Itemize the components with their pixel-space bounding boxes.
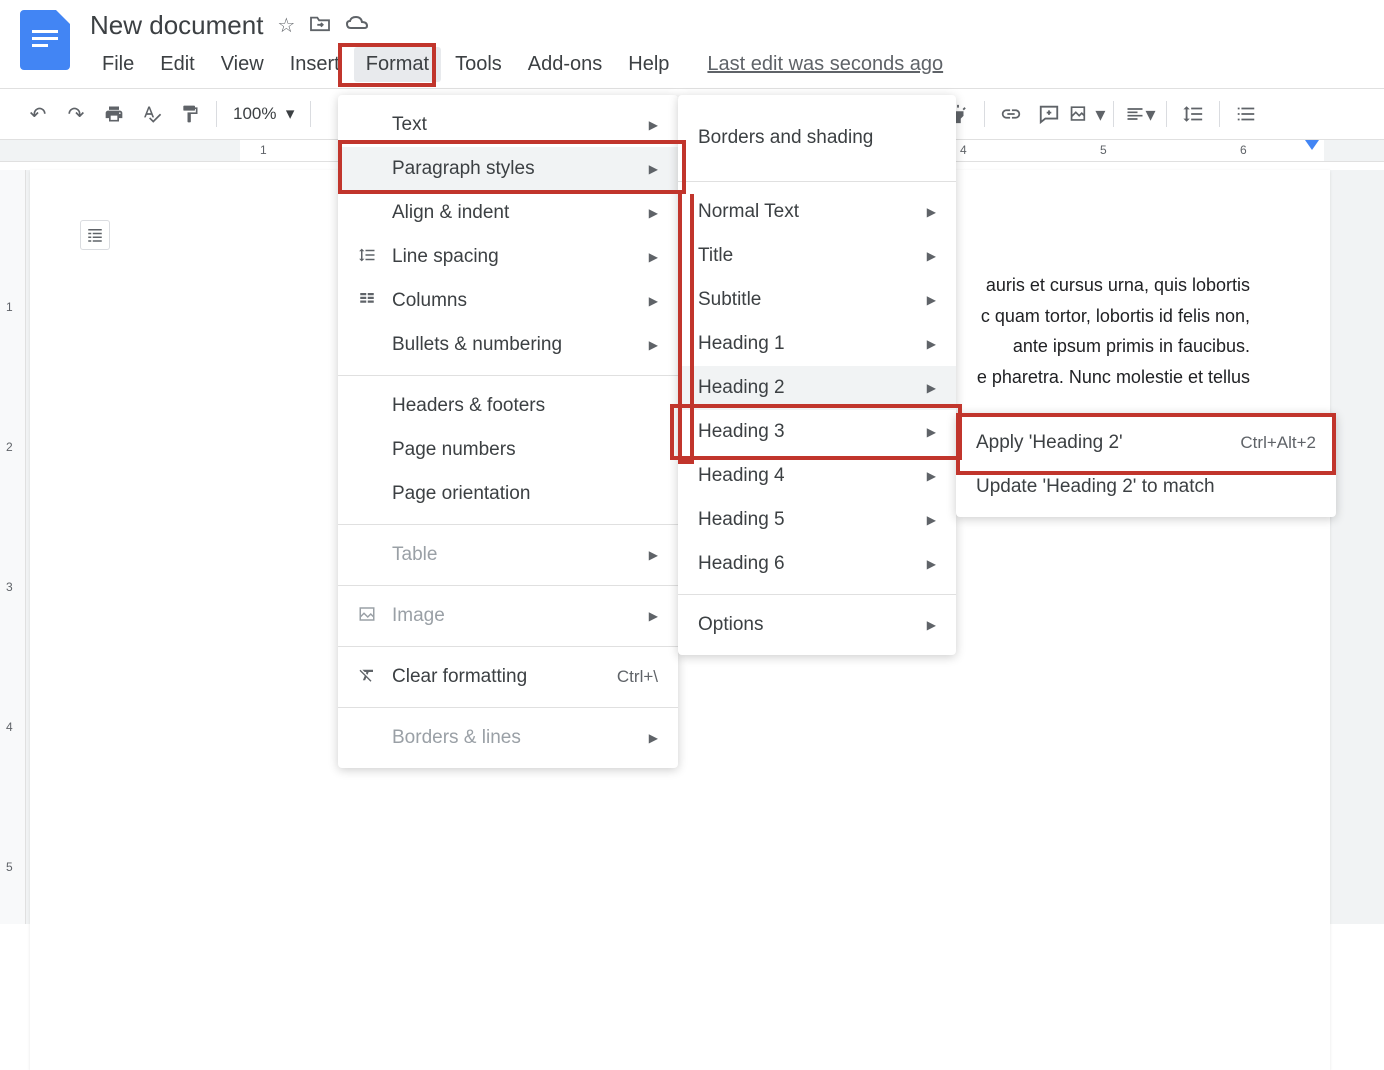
format-page-numbers[interactable]: Page numbers <box>338 428 678 472</box>
pstyle-title[interactable]: Title▶ <box>678 234 956 278</box>
update-heading2[interactable]: Update 'Heading 2' to match <box>956 465 1336 509</box>
docs-logo[interactable] <box>20 10 70 70</box>
format-table: Table▶ <box>338 533 678 577</box>
menu-help[interactable]: Help <box>616 47 681 82</box>
pstyle-subtitle[interactable]: Subtitle▶ <box>678 278 956 322</box>
format-page-orientation[interactable]: Page orientation <box>338 472 678 516</box>
format-image: Image▶ <box>338 594 678 638</box>
apply-heading2[interactable]: Apply 'Heading 2'Ctrl+Alt+2 <box>956 421 1336 465</box>
format-columns[interactable]: Columns▶ <box>338 279 678 323</box>
insert-image-button[interactable]: ▾ <box>1069 96 1105 132</box>
move-icon[interactable] <box>309 14 331 38</box>
print-button[interactable] <box>96 96 132 132</box>
undo-button[interactable]: ↶ <box>20 96 56 132</box>
checklist-button[interactable] <box>1228 96 1264 132</box>
clear-format-icon <box>358 666 392 689</box>
last-edit-link[interactable]: Last edit was seconds ago <box>707 53 943 76</box>
pstyle-options[interactable]: Options▶ <box>678 603 956 647</box>
pstyle-h3[interactable]: Heading 3▶ <box>678 410 956 454</box>
menu-view[interactable]: View <box>209 47 276 82</box>
spellcheck-button[interactable] <box>134 96 170 132</box>
format-headers-footers[interactable]: Headers & footers <box>338 384 678 428</box>
pstyle-h4[interactable]: Heading 4▶ <box>678 454 956 498</box>
format-bullets[interactable]: Bullets & numbering▶ <box>338 323 678 367</box>
paint-format-button[interactable] <box>172 96 208 132</box>
image-icon <box>358 605 392 628</box>
align-button[interactable]: ▾ <box>1122 96 1158 132</box>
vertical-ruler[interactable]: 1 2 3 4 5 <box>0 170 26 924</box>
outline-toggle-icon[interactable] <box>80 220 110 250</box>
insert-link-button[interactable] <box>993 96 1029 132</box>
menu-tools[interactable]: Tools <box>443 47 514 82</box>
menu-format[interactable]: Format <box>354 47 441 82</box>
format-align-indent[interactable]: Align & indent▶ <box>338 191 678 235</box>
menubar: File Edit View Insert Format Tools Add-o… <box>90 47 1364 82</box>
format-paragraph-styles[interactable]: Paragraph styles▶ <box>338 147 678 191</box>
format-line-spacing[interactable]: Line spacing▶ <box>338 235 678 279</box>
insert-comment-button[interactable] <box>1031 96 1067 132</box>
pstyle-h1[interactable]: Heading 1▶ <box>678 322 956 366</box>
star-icon[interactable]: ☆ <box>277 13 295 38</box>
cloud-icon[interactable] <box>345 14 369 38</box>
menu-edit[interactable]: Edit <box>148 47 206 82</box>
format-text[interactable]: Text▶ <box>338 103 678 147</box>
ruler-right-indent-marker[interactable] <box>1305 140 1319 150</box>
format-borders-lines: Borders & lines▶ <box>338 716 678 760</box>
pstyle-normal[interactable]: Normal Text▶ <box>678 190 956 234</box>
menu-insert[interactable]: Insert <box>278 47 352 82</box>
redo-button[interactable]: ↷ <box>58 96 94 132</box>
heading2-menu: Apply 'Heading 2'Ctrl+Alt+2 Update 'Head… <box>956 413 1336 517</box>
app-header: New document ☆ File Edit View Insert For… <box>0 0 1384 82</box>
line-spacing-icon <box>358 246 392 269</box>
pstyle-h5[interactable]: Heading 5▶ <box>678 498 956 542</box>
menu-file[interactable]: File <box>90 47 146 82</box>
line-spacing-button[interactable] <box>1175 96 1211 132</box>
format-menu: Text▶ Paragraph styles▶ Align & indent▶ … <box>338 95 678 768</box>
format-clear[interactable]: Clear formattingCtrl+\ <box>338 655 678 699</box>
columns-icon <box>358 290 392 313</box>
pstyle-h6[interactable]: Heading 6▶ <box>678 542 956 586</box>
zoom-select[interactable]: 100% ▾ <box>225 104 302 124</box>
menu-addons[interactable]: Add-ons <box>516 47 615 82</box>
pstyle-borders-shading[interactable]: Borders and shading <box>678 103 956 173</box>
pstyle-h2[interactable]: Heading 2▶ <box>678 366 956 410</box>
document-title[interactable]: New document <box>90 10 263 41</box>
paragraph-styles-menu: Borders and shading Normal Text▶ Title▶ … <box>678 95 956 655</box>
